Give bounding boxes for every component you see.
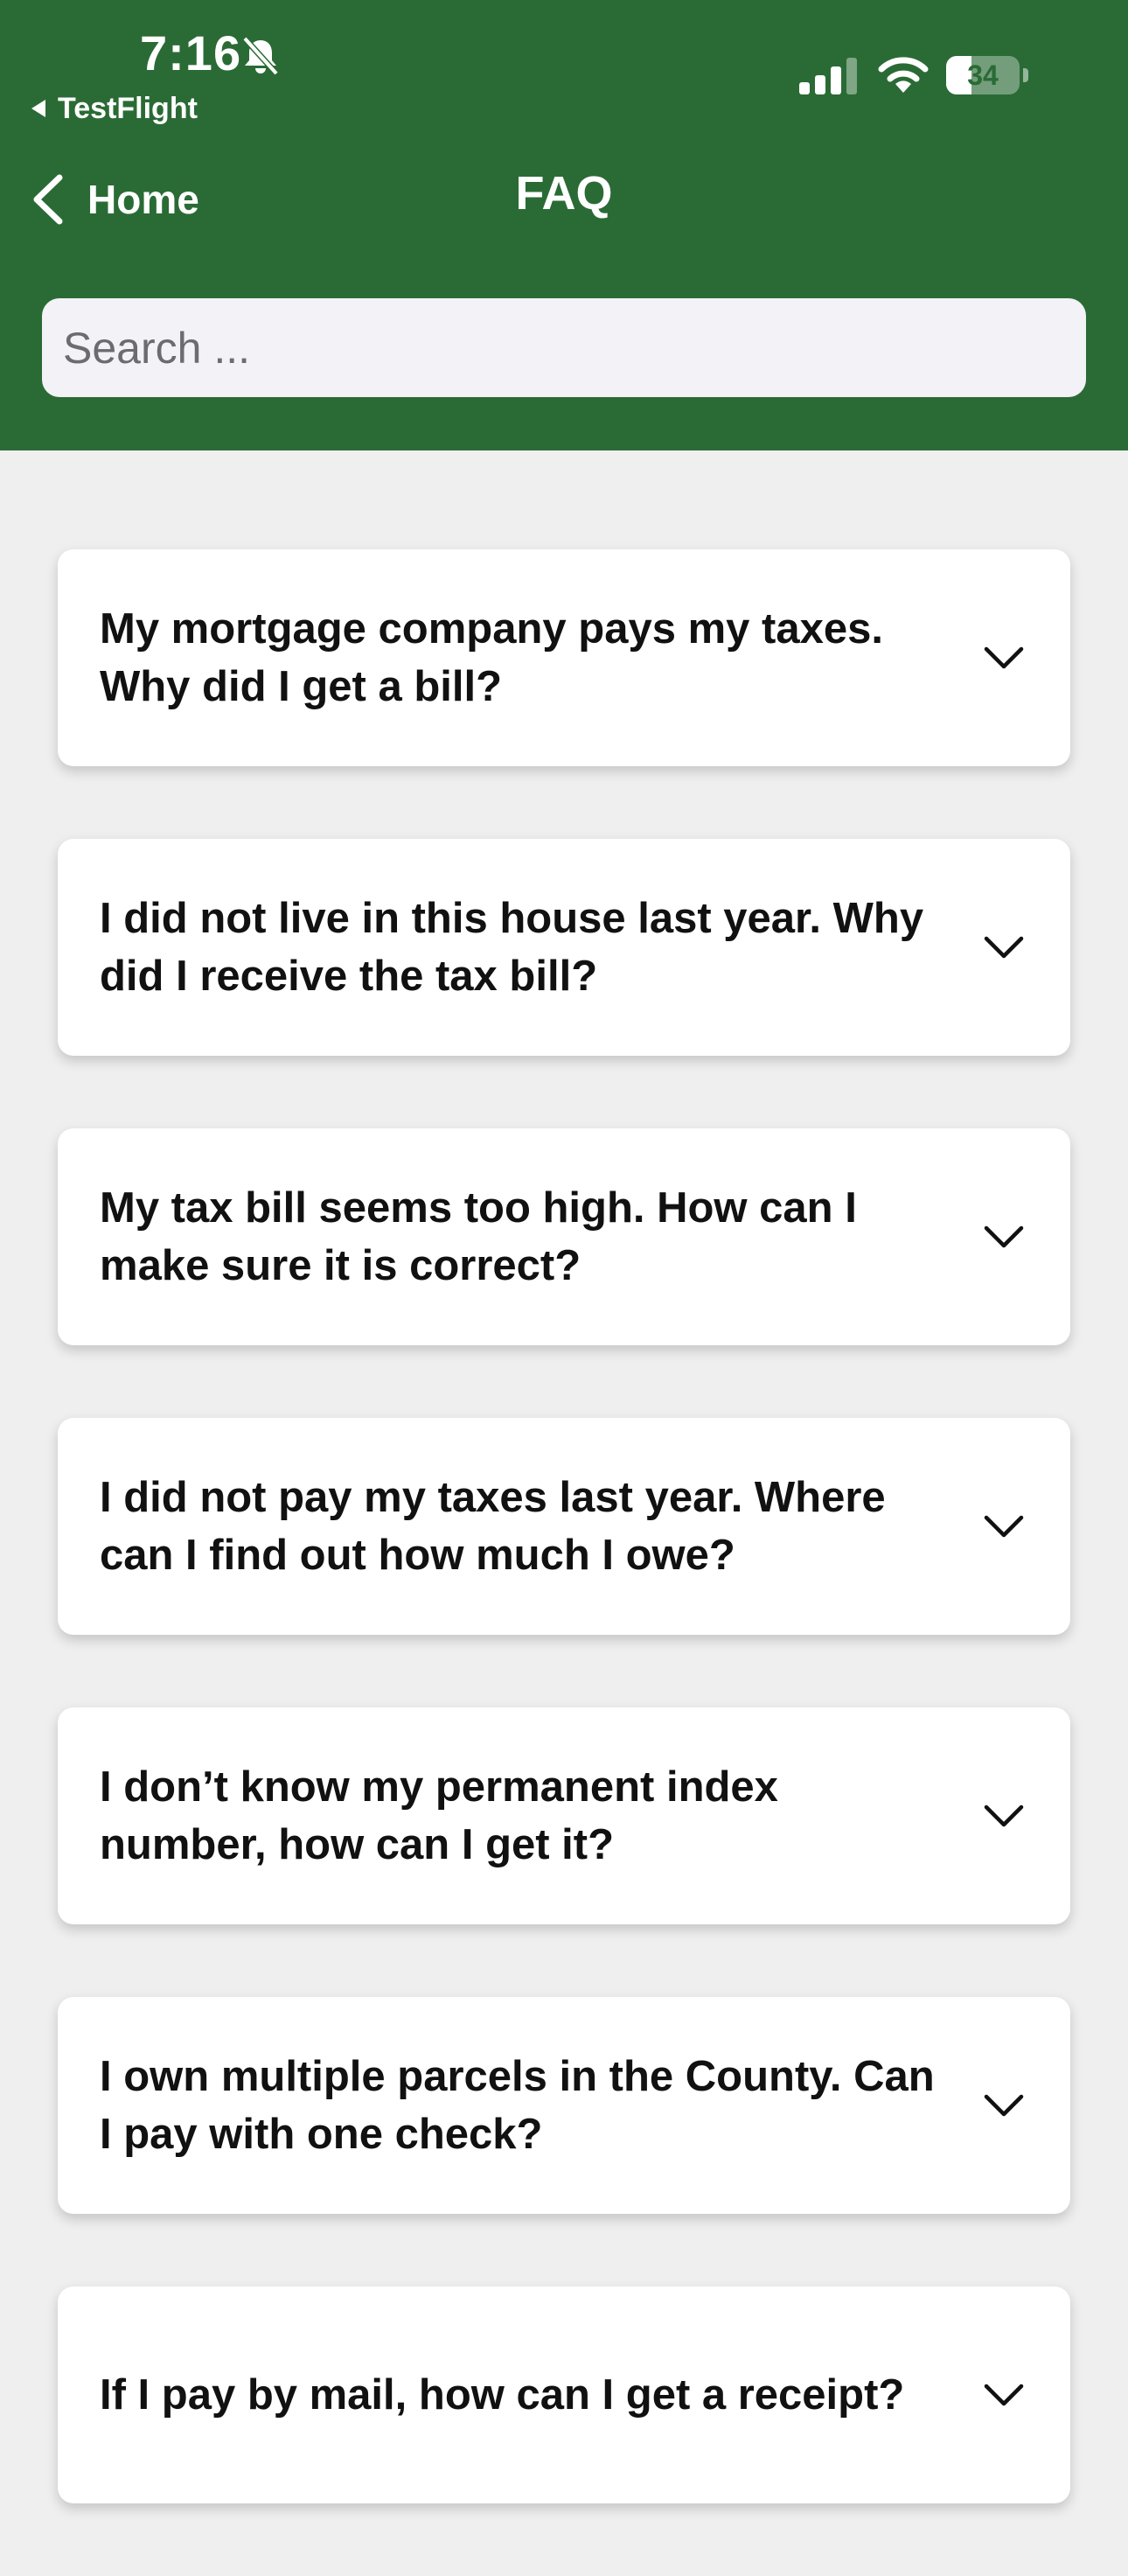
- home-back-button[interactable]: Home: [30, 168, 199, 231]
- faq-item-mortgage-bill[interactable]: My mortgage company pays my taxes. Why d…: [58, 549, 1070, 766]
- faq-list: My mortgage company pays my taxes. Why d…: [58, 549, 1070, 2576]
- chevron-left-icon: [33, 174, 63, 225]
- chevron-down-icon: [984, 2384, 1024, 2406]
- chevron-down-icon: [984, 936, 1024, 959]
- chevron-down-icon: [984, 1805, 1024, 1827]
- faq-item-not-live-here[interactable]: I did not live in this house last year. …: [58, 839, 1070, 1056]
- faq-question: I did not pay my taxes last year. Where …: [100, 1474, 886, 1579]
- search-input[interactable]: [42, 298, 1086, 397]
- home-back-label: Home: [87, 177, 199, 222]
- faq-question: I own multiple parcels in the County. Ca…: [100, 2053, 935, 2158]
- back-to-testflight[interactable]: TestFlight: [31, 91, 198, 126]
- faq-item-mail-receipt[interactable]: If I pay by mail, how can I get a receip…: [58, 2286, 1070, 2503]
- wifi-icon: [878, 57, 929, 93]
- faq-item-permanent-index-number[interactable]: I don’t know my permanent index number, …: [58, 1707, 1070, 1924]
- faq-question: My tax bill seems too high. How can I ma…: [100, 1184, 857, 1289]
- battery-level: 34: [967, 59, 999, 91]
- faq-item-unpaid-taxes[interactable]: I did not pay my taxes last year. Where …: [58, 1418, 1070, 1635]
- chevron-down-icon: [984, 1225, 1024, 1248]
- faq-item-bill-too-high[interactable]: My tax bill seems too high. How can I ma…: [58, 1128, 1070, 1345]
- faq-question: I did not live in this house last year. …: [100, 895, 924, 1000]
- back-app-label: TestFlight: [58, 91, 198, 125]
- faq-question: My mortgage company pays my taxes. Why d…: [100, 605, 883, 710]
- signal-icon: [799, 58, 857, 94]
- status-time: 7:16: [140, 25, 242, 80]
- bell-slash-icon: [242, 36, 279, 76]
- search-bar: [42, 298, 1086, 397]
- chevron-down-icon: [984, 1515, 1024, 1538]
- faq-question: If I pay by mail, how can I get a receip…: [100, 2371, 905, 2419]
- chevron-down-icon: [984, 646, 1024, 669]
- battery-body: 34: [946, 56, 1020, 94]
- battery-cap: [1023, 68, 1028, 82]
- faq-question: I don’t know my permanent index number, …: [100, 1763, 778, 1868]
- battery-icon: 34: [946, 56, 1028, 94]
- app-header: 7:16 TestFlight 34 Home FAQ: [0, 0, 1128, 450]
- faq-item-multiple-parcels[interactable]: I own multiple parcels in the County. Ca…: [58, 1997, 1070, 2214]
- back-triangle-icon: [31, 100, 45, 117]
- chevron-down-icon: [984, 2094, 1024, 2117]
